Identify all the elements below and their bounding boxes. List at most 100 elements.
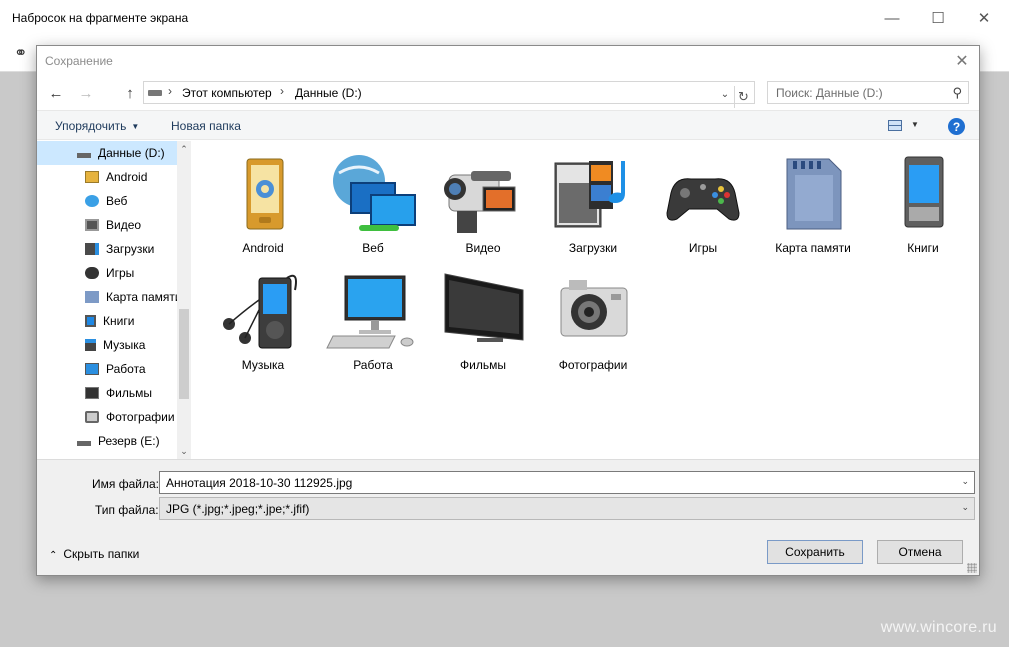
chevron-down-icon[interactable]: ⌄ — [961, 502, 969, 513]
android-phone-icon — [246, 158, 284, 230]
chevron-right-icon[interactable]: › — [280, 84, 284, 98]
save-dialog: Сохранение ✕ ← → ↑ › Этот компьютер › Да… — [36, 45, 980, 576]
folder-label: Карта памяти — [775, 241, 851, 255]
chevron-down-icon[interactable]: ⌄ — [961, 476, 969, 487]
sidebar-item-downloads[interactable]: Загрузки — [85, 237, 154, 261]
sidebar-item-games[interactable]: Игры — [85, 261, 134, 285]
scrollbar-thumb[interactable] — [179, 309, 189, 399]
drive-icon — [77, 440, 91, 446]
sidebar-item-label: Книги — [103, 314, 135, 328]
folder-android[interactable]: Android — [208, 145, 318, 260]
search-input[interactable]: Поиск: Данные (D:) ⚲ — [767, 81, 969, 104]
photo-camera-icon — [560, 280, 628, 337]
caret-down-icon: ▼ — [131, 122, 140, 131]
sidebar-item-music[interactable]: Музыка — [85, 333, 145, 357]
cancel-button[interactable]: Отмена — [877, 540, 963, 564]
sidebar-item-label: Веб — [106, 194, 128, 208]
media-player-icon — [554, 161, 625, 228]
chevron-up-icon[interactable]: ⌃ — [177, 141, 191, 157]
folder-label: Игры — [688, 241, 718, 255]
folder-downloads[interactable]: Загрузки — [538, 145, 648, 260]
sidebar-item-label: Музыка — [103, 338, 146, 352]
maximize-icon[interactable]: ☐ — [915, 0, 961, 36]
new-snip-icon[interactable]: ⚭ — [14, 43, 27, 63]
hide-folders-label: Скрыть папки — [63, 547, 140, 561]
folder-label: Работа — [353, 358, 393, 372]
globe-monitors-icon — [333, 155, 416, 231]
new-folder-button[interactable]: Новая папка — [171, 119, 241, 133]
folder-books[interactable]: Книги — [868, 145, 978, 260]
sidebar-item-memory-card[interactable]: Карта памяти — [85, 285, 182, 309]
folder-work[interactable]: Работа — [318, 262, 428, 377]
sidebar-item-web[interactable]: Веб — [85, 189, 127, 213]
sidebar-item-video[interactable]: Видео — [85, 213, 141, 237]
folder-photos[interactable]: Фотографии — [538, 262, 648, 377]
filename-field[interactable]: Аннотация 2018-10-30 112925.jpg ⌄ — [159, 471, 975, 494]
folder-music[interactable]: Музыка — [208, 262, 318, 377]
refresh-icon[interactable]: ↻ — [734, 86, 752, 108]
sd-card-icon — [786, 158, 842, 230]
sidebar-item-label: Игры — [106, 266, 135, 280]
caret-down-icon[interactable]: ▼ — [911, 120, 919, 129]
sidebar-item-work[interactable]: Работа — [85, 357, 146, 381]
folder-label: Музыка — [241, 358, 285, 372]
downloads-folder-icon — [85, 243, 99, 255]
chevron-down-icon[interactable]: ⌄ — [716, 85, 734, 103]
sidebar-item-books[interactable]: Книги — [85, 309, 134, 333]
sidebar-item-backup-drive[interactable]: Резерв (E:) — [77, 429, 160, 453]
command-bar: Упорядочить ▼ Новая папка ▼ ? — [37, 110, 979, 140]
chevron-down-icon[interactable]: ⌄ — [177, 443, 191, 459]
back-arrow-icon[interactable]: ← — [45, 82, 67, 104]
close-icon[interactable]: ✕ — [961, 0, 1007, 36]
view-options-icon[interactable] — [888, 120, 902, 131]
nav-scrollbar[interactable]: ⌃ ⌄ — [177, 141, 191, 459]
minimize-icon[interactable]: — — [869, 0, 915, 36]
resize-grip-icon[interactable] — [967, 563, 977, 573]
help-icon[interactable]: ? — [948, 118, 965, 135]
folder-memory-card[interactable]: Карта памяти — [758, 145, 868, 260]
chevron-right-icon[interactable]: › — [168, 84, 172, 98]
hide-folders-button[interactable]: ⌃ Скрыть папки — [49, 547, 139, 561]
folder-games[interactable]: Игры — [648, 145, 758, 260]
camcorder-icon — [444, 171, 516, 233]
forward-arrow-icon[interactable]: → — [75, 82, 97, 104]
folder-web[interactable]: Веб — [318, 145, 428, 260]
sidebar-item-movies[interactable]: Фильмы — [85, 381, 152, 405]
sidebar-item-data-drive[interactable]: Данные (D:) — [37, 141, 177, 165]
folder-movies[interactable]: Фильмы — [428, 262, 538, 377]
address-bar[interactable]: › Этот компьютер › Данные (D:) ⌄ ↻ — [143, 81, 755, 108]
folder-label: Загрузки — [568, 241, 618, 255]
video-folder-icon — [85, 219, 99, 231]
sidebar-item-label: Резерв (E:) — [98, 434, 160, 448]
breadcrumb-this-pc[interactable]: Этот компьютер — [182, 86, 272, 100]
work-folder-icon — [85, 363, 99, 375]
search-icon[interactable]: ⚲ — [952, 85, 962, 101]
folder-video[interactable]: Видео — [428, 145, 538, 260]
app-title: Набросок на фрагменте экрана — [12, 11, 189, 25]
ebook-reader-icon — [904, 156, 944, 228]
music-folder-icon — [85, 339, 96, 351]
organize-label: Упорядочить — [55, 119, 127, 133]
dialog-title: Сохранение — [45, 54, 113, 68]
memory-card-icon — [85, 291, 99, 303]
folder-label: Веб — [362, 241, 384, 255]
save-form: Имя файла: Аннотация 2018-10-30 112925.j… — [37, 459, 979, 575]
gamepad-icon — [666, 178, 740, 221]
sidebar-item-label: Работа — [106, 362, 146, 376]
filetype-select[interactable]: JPG (*.jpg;*.jpeg;*.jpe;*.jfif) ⌄ — [159, 497, 975, 520]
breadcrumb-data-drive[interactable]: Данные (D:) — [295, 86, 362, 100]
android-folder-icon — [85, 171, 99, 183]
sidebar-item-android[interactable]: Android — [85, 165, 147, 189]
photos-folder-icon — [85, 411, 99, 423]
organize-button[interactable]: Упорядочить ▼ — [55, 119, 139, 133]
up-arrow-icon[interactable]: ↑ — [119, 82, 141, 104]
save-button[interactable]: Сохранить — [767, 540, 863, 564]
filename-value: Аннотация 2018-10-30 112925.jpg — [166, 476, 353, 490]
sidebar-item-label: Android — [106, 170, 148, 184]
web-folder-icon — [85, 195, 99, 207]
sidebar-item-photos[interactable]: Фотографии — [85, 405, 175, 429]
filetype-value: JPG (*.jpg;*.jpeg;*.jpe;*.jfif) — [166, 502, 310, 516]
drive-icon — [77, 152, 91, 158]
sidebar-item-label: Видео — [106, 218, 142, 232]
close-icon[interactable]: ✕ — [951, 50, 973, 72]
